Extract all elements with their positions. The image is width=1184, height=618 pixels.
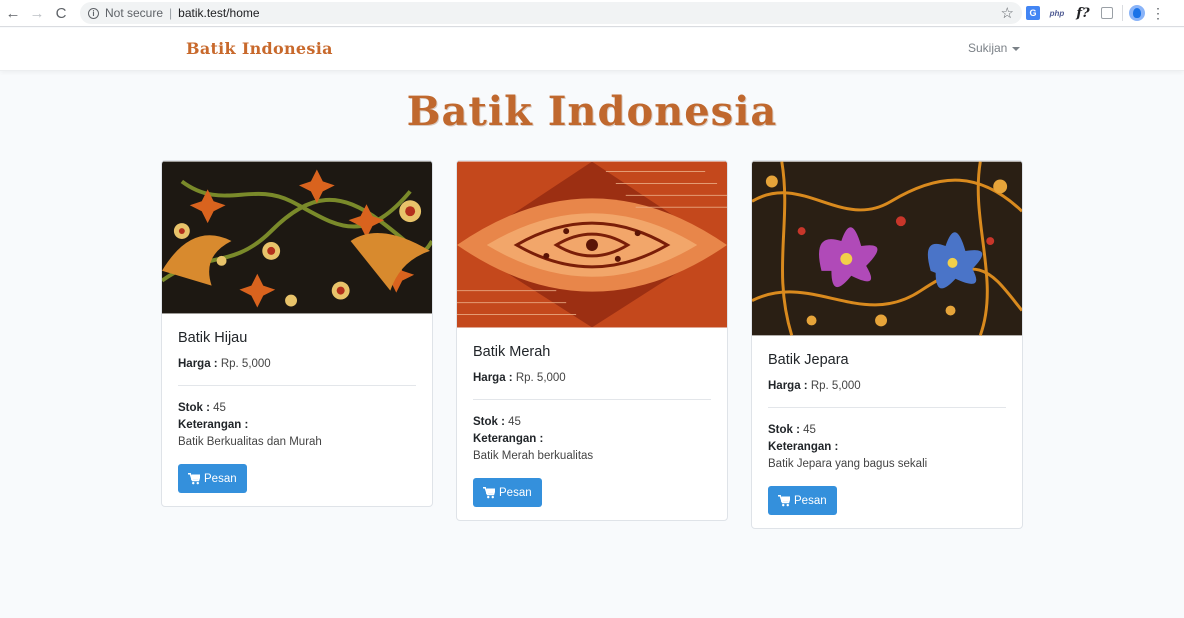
app-navbar: Batik Indonesia Sukijan xyxy=(0,28,1184,71)
user-name[interactable]: Sukijan xyxy=(968,41,1007,55)
forward-icon[interactable]: → xyxy=(26,2,48,24)
info-icon[interactable]: i xyxy=(88,7,99,19)
order-button-label: Pesan xyxy=(499,486,532,499)
security-label: Not secure xyxy=(105,6,164,20)
product-description: Batik Jepara yang bagus sekali xyxy=(768,458,928,470)
navbar-brand[interactable]: Batik Indonesia xyxy=(186,39,333,58)
product-name: Batik Hijau xyxy=(178,330,248,346)
price-value: Rp. 5,000 xyxy=(515,372,566,384)
price-label: Harga : xyxy=(178,358,218,370)
font-extension-icon[interactable]: f? xyxy=(1074,5,1092,21)
product-image xyxy=(162,161,432,314)
order-button[interactable]: Pesan xyxy=(473,478,542,507)
user-dropdown[interactable]: Sukijan xyxy=(968,41,1021,55)
caret-down-icon[interactable] xyxy=(1012,46,1021,51)
product-stock: Stok : 45 xyxy=(178,400,416,417)
card-divider xyxy=(768,407,1006,408)
box-extension-icon[interactable] xyxy=(1098,5,1116,21)
order-button[interactable]: Pesan xyxy=(178,464,247,493)
price-value: Rp. 5,000 xyxy=(810,380,861,392)
stock-label: Stok : xyxy=(473,416,505,428)
product-image xyxy=(457,161,727,328)
back-icon[interactable]: ← xyxy=(2,2,24,24)
toolbar-divider xyxy=(1122,5,1123,21)
product-price: Harga : Rp. 5,000 xyxy=(768,378,1006,395)
stock-value: 45 xyxy=(803,424,816,436)
product-card: Batik Jepara Harga : Rp. 5,000 Stok : 45… xyxy=(751,160,1023,529)
order-button[interactable]: Pesan xyxy=(768,486,837,515)
browser-nav-group: ← → C xyxy=(0,2,72,24)
product-price: Harga : Rp. 5,000 xyxy=(473,370,711,387)
browser-toolbar: ← → C i Not secure | batik.test/home ☆ G… xyxy=(0,0,1184,27)
price-value: Rp. 5,000 xyxy=(220,358,271,370)
stock-value: 45 xyxy=(508,416,521,428)
description-label: Keterangan : xyxy=(768,441,839,453)
product-stock: Stok : 45 xyxy=(473,414,711,431)
bookmark-star-icon[interactable]: ☆ xyxy=(1001,4,1014,22)
price-label: Harga : xyxy=(768,380,808,392)
order-button-label: Pesan xyxy=(794,494,827,507)
product-name: Batik Jepara xyxy=(768,352,849,368)
profile-avatar-icon[interactable] xyxy=(1129,5,1145,21)
stock-label: Stok : xyxy=(178,402,210,414)
description-label: Keterangan : xyxy=(473,433,544,445)
product-stock: Stok : 45 xyxy=(768,422,1006,439)
address-bar[interactable]: i Not secure | batik.test/home ☆ xyxy=(80,2,1022,24)
product-description: Batik Berkualitas dan Murah xyxy=(178,436,322,448)
cart-icon xyxy=(778,494,790,506)
product-image xyxy=(752,161,1022,336)
browser-menu-icon[interactable]: ⋮ xyxy=(1151,5,1165,22)
stock-label: Stok : xyxy=(768,424,800,436)
product-price: Harga : Rp. 5,000 xyxy=(178,356,416,373)
price-label: Harga : xyxy=(473,372,513,384)
cart-icon xyxy=(188,472,200,484)
card-divider xyxy=(473,399,711,400)
php-extension-icon[interactable]: php xyxy=(1046,5,1068,21)
page-title: Batik Indonesia xyxy=(406,88,778,135)
order-button-label: Pesan xyxy=(204,472,237,485)
product-card: Batik Merah Harga : Rp. 5,000 Stok : 45 … xyxy=(456,160,728,521)
stock-value: 45 xyxy=(213,402,226,414)
product-card: Batik Hijau Harga : Rp. 5,000 Stok : 45 … xyxy=(161,160,433,507)
description-label: Keterangan : xyxy=(178,419,249,431)
url-text[interactable]: batik.test/home xyxy=(178,6,259,20)
card-divider xyxy=(178,385,416,386)
cart-icon xyxy=(483,486,495,498)
translate-extension-icon[interactable]: G xyxy=(1026,6,1040,20)
product-name: Batik Merah xyxy=(473,344,551,360)
extensions-bar: G php f? ⋮ xyxy=(1026,3,1165,23)
reload-icon[interactable]: C xyxy=(50,2,72,24)
url-separator: | xyxy=(169,6,173,20)
product-description: Batik Merah berkualitas xyxy=(473,450,594,462)
